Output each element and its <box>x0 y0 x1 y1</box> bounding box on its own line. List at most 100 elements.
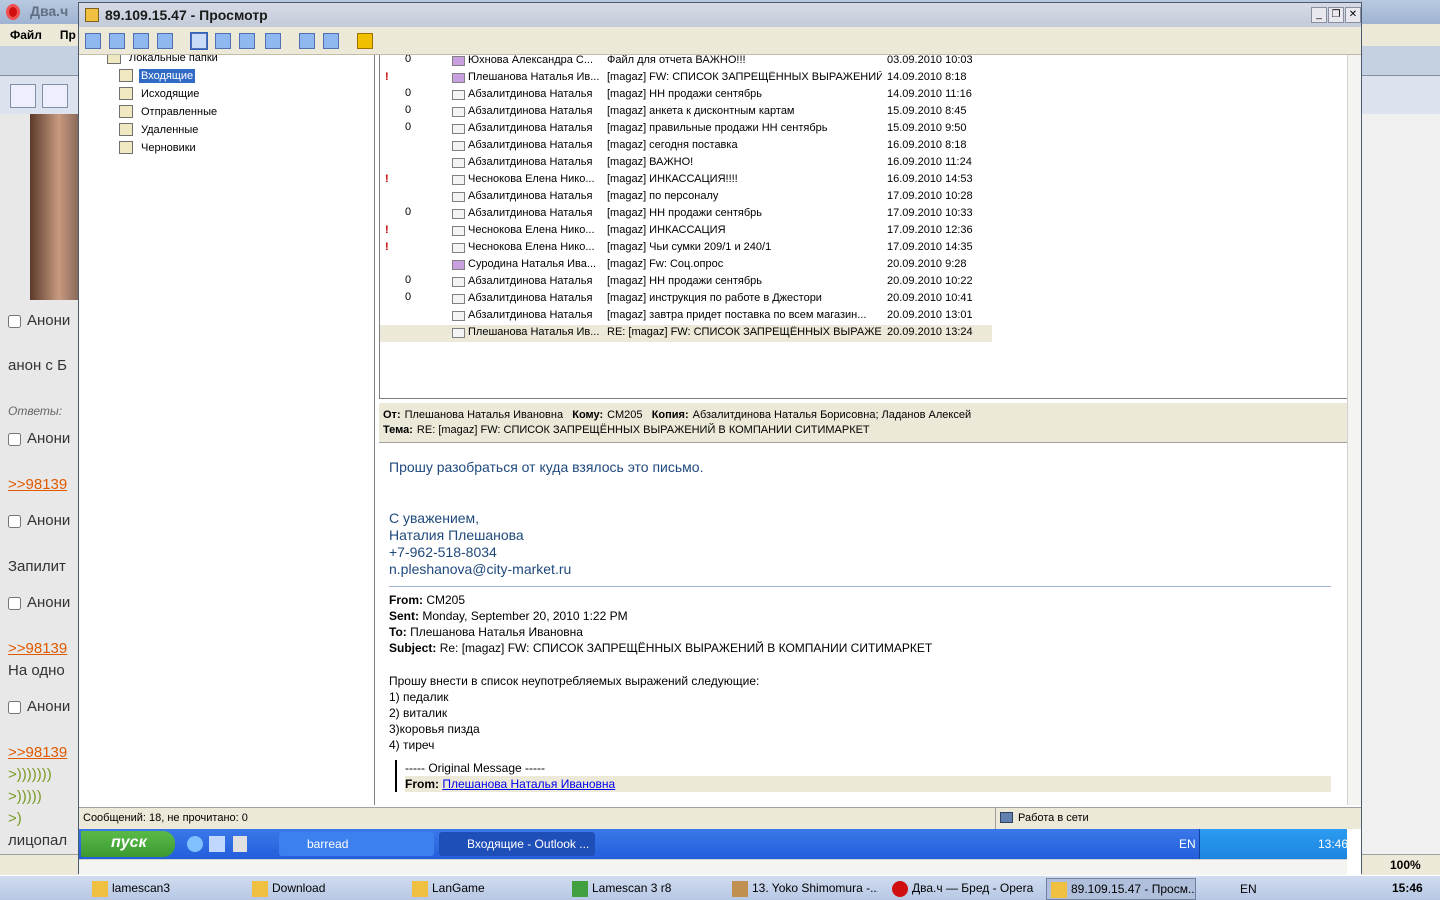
opera-icon <box>892 881 908 897</box>
horizontal-scrollbar[interactable] <box>79 859 1347 875</box>
post-reply-link[interactable]: >>98139 <box>8 476 76 493</box>
message-from: Плешанова Наталья Ив... <box>468 71 600 83</box>
post-replies: Ответы: <box>8 404 63 418</box>
vertical-scrollbar[interactable] <box>1347 55 1361 805</box>
message-row[interactable]: 0 Абзалитдинова Наталья [magaz] анкета к д… <box>380 104 992 121</box>
restore-button[interactable]: ❐ <box>1328 7 1344 23</box>
message-from: Суродина Наталья Ива... <box>468 258 597 270</box>
message-row[interactable]: Абзалитдинова Наталья [magaz] завтра прид… <box>380 308 992 325</box>
host-taskbar: lamescan3 Download LanGame Lamescan 3 r8… <box>0 875 1440 900</box>
quoted-sent: Sent: Monday, September 20, 2010 1:22 PM <box>389 609 628 623</box>
post-text: На одно <box>8 662 65 679</box>
message-date: 03.09.2010 10:03 <box>887 55 973 66</box>
settings-icon[interactable] <box>323 33 339 49</box>
post-reply-link[interactable]: >>98139 <box>8 640 76 657</box>
message-row[interactable]: ! Чеснокова Елена Нико... [magaz] ИНКАССАЦ… <box>380 223 992 240</box>
ie-icon[interactable] <box>187 836 203 852</box>
message-from: Чеснокова Елена Нико... <box>468 241 595 253</box>
fullscreen-icon[interactable] <box>239 33 255 49</box>
taskbar-item[interactable]: Два.ч — Бред - Opera <box>888 878 1038 900</box>
message-from: Абзалитдинова Наталья <box>468 275 593 287</box>
envelope-icon <box>452 107 465 117</box>
message-from: Абзалитдинова Наталья <box>468 105 593 117</box>
message-row[interactable]: ! Чеснокова Елена Нико... [magaz] Чьи сумк… <box>380 240 992 257</box>
message-row[interactable]: Плешанова Наталья Ив... RE: [magaz] FW: С… <box>380 325 992 342</box>
post-checkbox[interactable] <box>8 596 21 610</box>
message-subject: [magaz] правильные продажи НН сентябрь <box>607 122 828 134</box>
message-row[interactable]: 0 Абзалитдинова Наталья [magaz] НН продажи… <box>380 274 992 291</box>
message-from: Юхнова Александра С... <box>468 55 594 66</box>
original-from: From: Плешанова Наталья Ивановна <box>405 776 1331 792</box>
fit-icon[interactable] <box>215 33 231 49</box>
envelope-icon <box>452 226 465 236</box>
message-row[interactable]: 0 Абзалитдинова Наталья [magaz] инструкция… <box>380 291 992 308</box>
message-date: 20.09.2010 13:01 <box>887 309 973 321</box>
screen-icon[interactable] <box>85 33 101 49</box>
post-checkbox[interactable] <box>8 514 21 528</box>
taskbar-item[interactable]: LanGame <box>408 878 558 900</box>
message-row[interactable]: Абзалитдинова Наталья [magaz] ВАЖНО! 16.09… <box>380 155 992 172</box>
start-icon[interactable] <box>26 878 50 900</box>
preview-header: От: Плешанова Наталья Ивановна Кому: СМ205… <box>379 403 1347 443</box>
minimize-button[interactable]: _ <box>1311 7 1327 23</box>
message-row[interactable]: 0 Абзалитдинова Наталья [magaz] НН продажи… <box>380 87 992 104</box>
post-checkbox[interactable] <box>8 432 21 446</box>
message-subject: [magaz] Fw: Соц.опрос <box>607 258 724 270</box>
quoted-body-line: 1) педалик <box>389 690 449 704</box>
calc-icon[interactable] <box>233 836 247 852</box>
quoted-subject: Subject: Re: [magaz] FW: СПИСОК ЗАПРЕЩЁН… <box>389 641 933 655</box>
post-checkbox[interactable] <box>8 314 21 328</box>
message-row[interactable]: Абзалитдинова Наталья [magaz] сегодня пос… <box>380 138 992 155</box>
remote-language[interactable]: EN <box>1179 837 1196 851</box>
message-row[interactable]: Абзалитдинова Наталья [magaz] по персонал… <box>380 189 992 206</box>
back-button[interactable] <box>42 84 68 108</box>
mail-icon[interactable] <box>209 836 225 852</box>
taskbar-item[interactable]: Download <box>248 878 398 900</box>
taskbar-item-active[interactable]: 89.109.15.47 - Просм... <box>1046 878 1196 900</box>
message-date: 17.09.2010 10:28 <box>887 190 973 202</box>
disconnect-icon[interactable] <box>357 33 373 49</box>
opera-page-right <box>1362 114 1440 854</box>
message-date: 16.09.2010 14:53 <box>887 173 973 185</box>
menu-edit[interactable]: Пр <box>60 28 76 42</box>
scale-icon[interactable] <box>265 33 281 49</box>
menu-file[interactable]: Файл <box>10 28 42 42</box>
first-page-button[interactable] <box>10 84 36 108</box>
chat-icon[interactable] <box>157 33 173 49</box>
message-row[interactable]: ! Чеснокова Елена Нико... [magaz] ИНКАССАЦ… <box>380 172 992 189</box>
post-greentext: >))))) <box>8 788 42 805</box>
message-date: 17.09.2010 10:33 <box>887 207 973 219</box>
message-subject: [magaz] НН продажи сентябрь <box>607 207 763 219</box>
message-from: Абзалитдинова Наталья <box>468 292 593 304</box>
copy-icon[interactable] <box>299 33 315 49</box>
preview-body[interactable]: Прошу разобраться от куда взялось это пи… <box>379 443 1341 803</box>
computer-icon <box>1000 812 1013 823</box>
quoted-body-line: 3)коровья пизда <box>389 722 480 736</box>
control-icon[interactable] <box>109 33 125 49</box>
original-from-link[interactable]: Плешанова Наталья Ивановна <box>442 777 615 791</box>
zoom-level[interactable]: 100% <box>1390 858 1421 872</box>
start-button[interactable]: пуск <box>81 831 175 857</box>
message-row[interactable]: 0 Юхнова Александра С... Файл для отчета В… <box>380 55 992 70</box>
post-checkbox[interactable] <box>8 700 21 714</box>
taskbar-item[interactable]: lamescan3 <box>88 878 238 900</box>
host-language[interactable]: EN <box>1240 882 1257 896</box>
post-image[interactable] <box>30 114 78 300</box>
message-from: Плешанова Наталья Ив... <box>468 326 600 338</box>
remote-icon <box>1051 882 1067 898</box>
message-row[interactable]: Суродина Наталья Ива... [magaz] Fw: Соц.о… <box>380 257 992 274</box>
phone-icon[interactable] <box>133 33 149 49</box>
taskbar-item[interactable]: Lamescan 3 r8 <box>568 878 718 900</box>
message-row[interactable]: ! Плешанова Наталья Ив... [magaz] FW: СПИС… <box>380 70 992 87</box>
post-reply-link[interactable]: >>98139 <box>8 744 76 761</box>
remote-clock: 13:46 <box>1318 837 1349 851</box>
close-button[interactable]: ✕ <box>1345 7 1361 23</box>
taskbar-item[interactable]: 13. Yoko Shimomura -... <box>728 878 878 900</box>
message-subject: [magaz] Чьи сумки 209/1 и 240/1 <box>607 241 772 253</box>
message-row[interactable]: 0 Абзалитдинова Наталья [magaz] правильные… <box>380 121 992 138</box>
remote-task-item[interactable]: barread <box>279 832 434 856</box>
message-row[interactable]: 0 Абзалитдинова Наталья [magaz] НН продажи… <box>380 206 992 223</box>
remote-task-item-active[interactable]: Входящие - Outlook ... <box>439 832 595 856</box>
body-text: Прошу разобраться от куда взялось это пи… <box>389 459 704 475</box>
view-mode-icon[interactable] <box>190 32 208 50</box>
